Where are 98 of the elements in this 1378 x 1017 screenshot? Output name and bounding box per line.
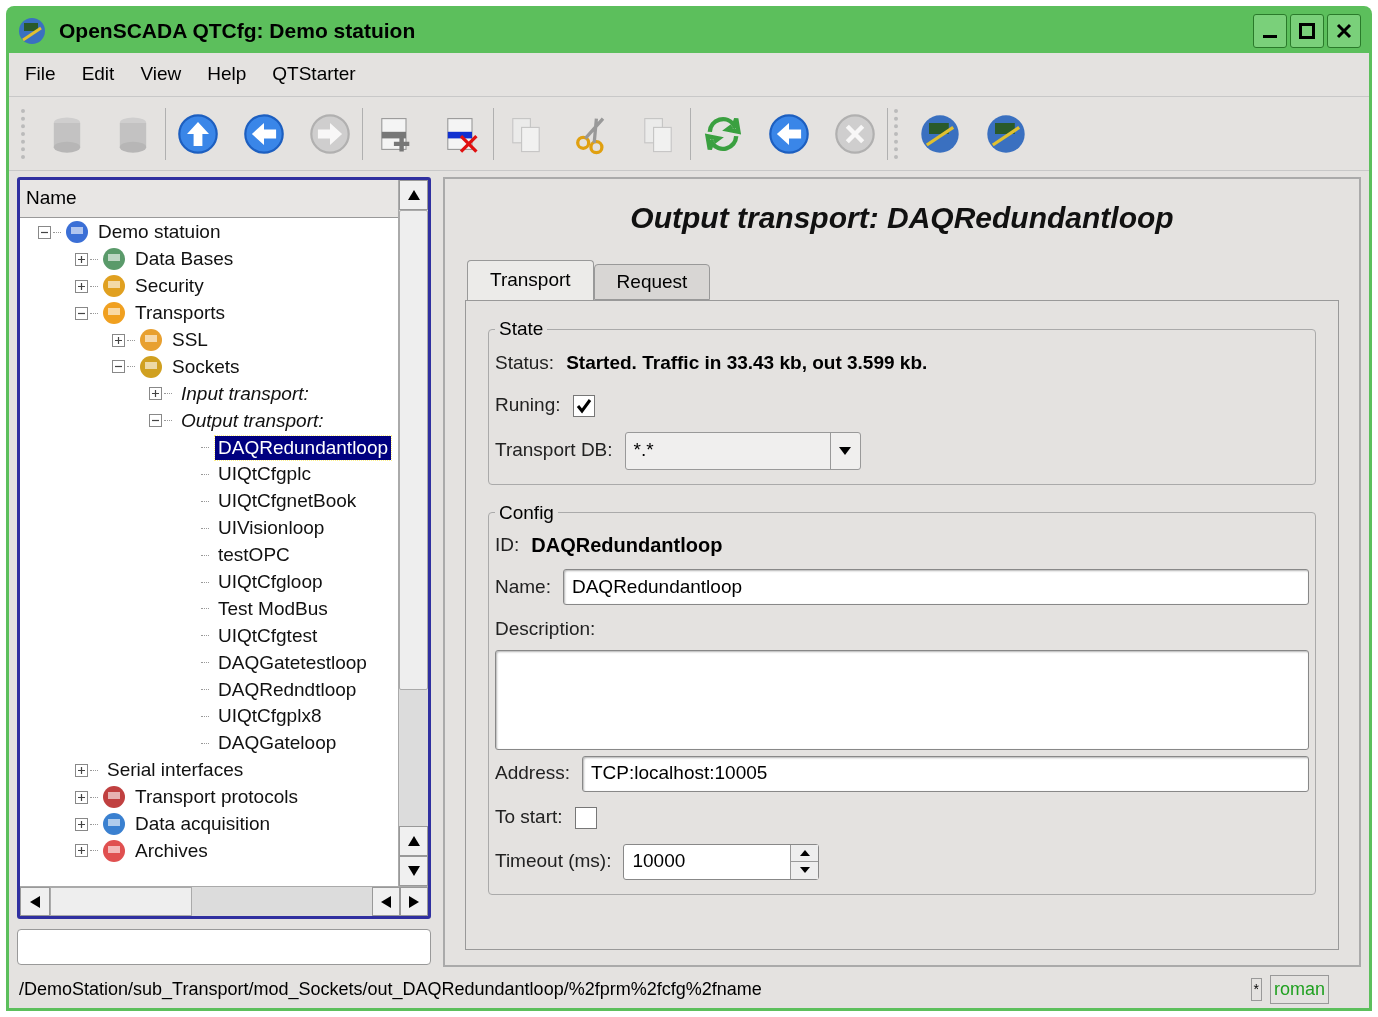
node-icon	[137, 327, 165, 353]
minimize-icon	[1261, 34, 1279, 38]
expand-icon[interactable]	[75, 790, 88, 804]
tree-item[interactable]: SSL	[169, 328, 211, 352]
tree-item[interactable]: UIQtCfgplx8	[215, 704, 325, 729]
spin-down-icon[interactable]	[799, 867, 810, 874]
group-title: State	[498, 317, 545, 341]
app-icon	[17, 16, 47, 46]
caret-icon	[839, 446, 852, 455]
expand-icon[interactable]	[75, 844, 88, 858]
close-icon	[1335, 22, 1353, 40]
node-icon	[100, 246, 128, 273]
menu-item[interactable]: File	[17, 60, 64, 89]
tree-item[interactable]: Output transport:	[178, 408, 327, 433]
status-text: Started. Traffic in 33.43 kb, out 3.599 kb.	[566, 351, 928, 376]
collapse-icon[interactable]	[75, 306, 88, 320]
tab[interactable]: Request	[593, 264, 711, 300]
group-title: Config	[498, 500, 555, 525]
expand-icon[interactable]	[149, 387, 162, 401]
spin-up-icon[interactable]	[799, 849, 810, 856]
up-arrow-icon[interactable]	[407, 190, 420, 200]
maximize-icon	[1298, 22, 1316, 40]
minimize-button[interactable]	[1253, 14, 1287, 48]
node-icon	[100, 300, 128, 327]
spin-box[interactable]: 10000	[623, 843, 820, 880]
vertical-scrollbar[interactable]	[398, 180, 428, 886]
tree-item[interactable]: Archives	[132, 838, 211, 863]
expand-icon[interactable]	[75, 279, 88, 293]
tree-item[interactable]: DAQGatetestloop	[215, 650, 370, 675]
tree-item[interactable]: Sockets	[169, 354, 243, 379]
tree-item[interactable]: UIQtCfgplc	[215, 462, 314, 487]
tree-item[interactable]: Demo statuion	[95, 220, 224, 245]
tree-item[interactable]: Test ModBus	[215, 596, 331, 621]
field-label: Status:	[495, 351, 555, 376]
window-title: OpenSCADA QTCfg: Demo statuion	[59, 18, 416, 45]
field-label: Timeout (ms):	[495, 849, 612, 874]
collapse-icon[interactable]	[149, 414, 162, 428]
field-label: Runing:	[495, 393, 561, 418]
tree-item[interactable]: UIQtCfgtest	[215, 623, 321, 648]
node-icon	[63, 219, 91, 246]
expand-icon[interactable]	[75, 252, 88, 266]
tree-item[interactable]: Serial interfaces	[104, 758, 247, 783]
tree-item[interactable]: DAQRedndtloop	[215, 677, 360, 702]
expand-icon[interactable]	[75, 817, 88, 831]
checkbox[interactable]	[572, 394, 595, 417]
left-arrow-icon[interactable]	[381, 895, 391, 908]
tree-item[interactable]: Security	[132, 274, 207, 299]
expand-icon[interactable]	[75, 763, 88, 777]
right-arrow-icon[interactable]	[409, 895, 419, 908]
horizontal-scrollbar[interactable]	[20, 886, 428, 916]
field-label: To start:	[495, 805, 563, 830]
id-value: DAQRedundantloop	[531, 533, 723, 558]
tree-item[interactable]: Data acquisition	[132, 812, 274, 837]
description-field[interactable]	[495, 649, 1309, 750]
field-label: Transport DB:	[495, 438, 613, 463]
field-label: Address:	[495, 761, 570, 786]
down-arrow-icon[interactable]	[407, 866, 420, 876]
tree-item[interactable]: UIVisionloop	[215, 516, 328, 541]
tree-item[interactable]: testOPC	[215, 543, 293, 568]
check-icon	[575, 397, 592, 414]
node-icon	[100, 837, 128, 864]
node-icon	[100, 784, 128, 811]
menu-item[interactable]: View	[132, 60, 190, 89]
dropdown[interactable]: *.*	[624, 431, 861, 470]
close-button[interactable]	[1327, 14, 1361, 48]
tree-item[interactable]: Input transport:	[178, 381, 312, 406]
status-path: /DemoStation/sub_Transport/mod_Sockets/out_DAQRedundantloop/%2fprm%2fcfg%2fname	[19, 977, 763, 1002]
user-label: roman	[1269, 974, 1329, 1004]
name-field[interactable]: DAQRedundantloop	[562, 569, 1309, 605]
maximize-button[interactable]	[1290, 14, 1324, 48]
expand-icon[interactable]	[112, 333, 125, 347]
tree-item[interactable]: Data Bases	[132, 247, 237, 272]
checkbox[interactable]	[574, 806, 597, 829]
tab[interactable]: Transport	[467, 260, 594, 300]
field-label: ID:	[495, 532, 520, 557]
modified-indicator: *	[1250, 977, 1262, 1001]
menu-item[interactable]: QTStarter	[264, 60, 364, 89]
menu-item[interactable]: Help	[199, 60, 255, 89]
collapse-icon[interactable]	[38, 225, 51, 239]
address-field[interactable]: TCP:localhost:10005	[582, 755, 1309, 792]
message-field[interactable]	[17, 929, 431, 965]
collapse-icon[interactable]	[112, 360, 125, 374]
tree-item[interactable]: Transport protocols	[132, 785, 301, 810]
tree-item[interactable]: DAQGateloop	[215, 731, 340, 756]
field-label: Name:	[495, 574, 551, 599]
tree-item[interactable]: Transports	[132, 301, 229, 326]
menu-item[interactable]: Edit	[73, 60, 123, 89]
page-title: Output transport: DAQRedundantloop	[629, 200, 1175, 236]
up-arrow-icon[interactable]	[407, 836, 420, 846]
node-icon	[100, 811, 128, 838]
node-icon	[137, 353, 165, 380]
node-icon	[100, 273, 128, 300]
field-label: Description:	[495, 617, 597, 641]
column-header: Name	[20, 180, 398, 218]
tree-item[interactable]: UIQtCfgloop	[215, 570, 326, 594]
tree-item[interactable]: DAQRedundantloop	[215, 435, 392, 460]
left-arrow-icon[interactable]	[30, 895, 40, 908]
tree-item[interactable]: UIQtCfgnetBook	[215, 489, 360, 514]
